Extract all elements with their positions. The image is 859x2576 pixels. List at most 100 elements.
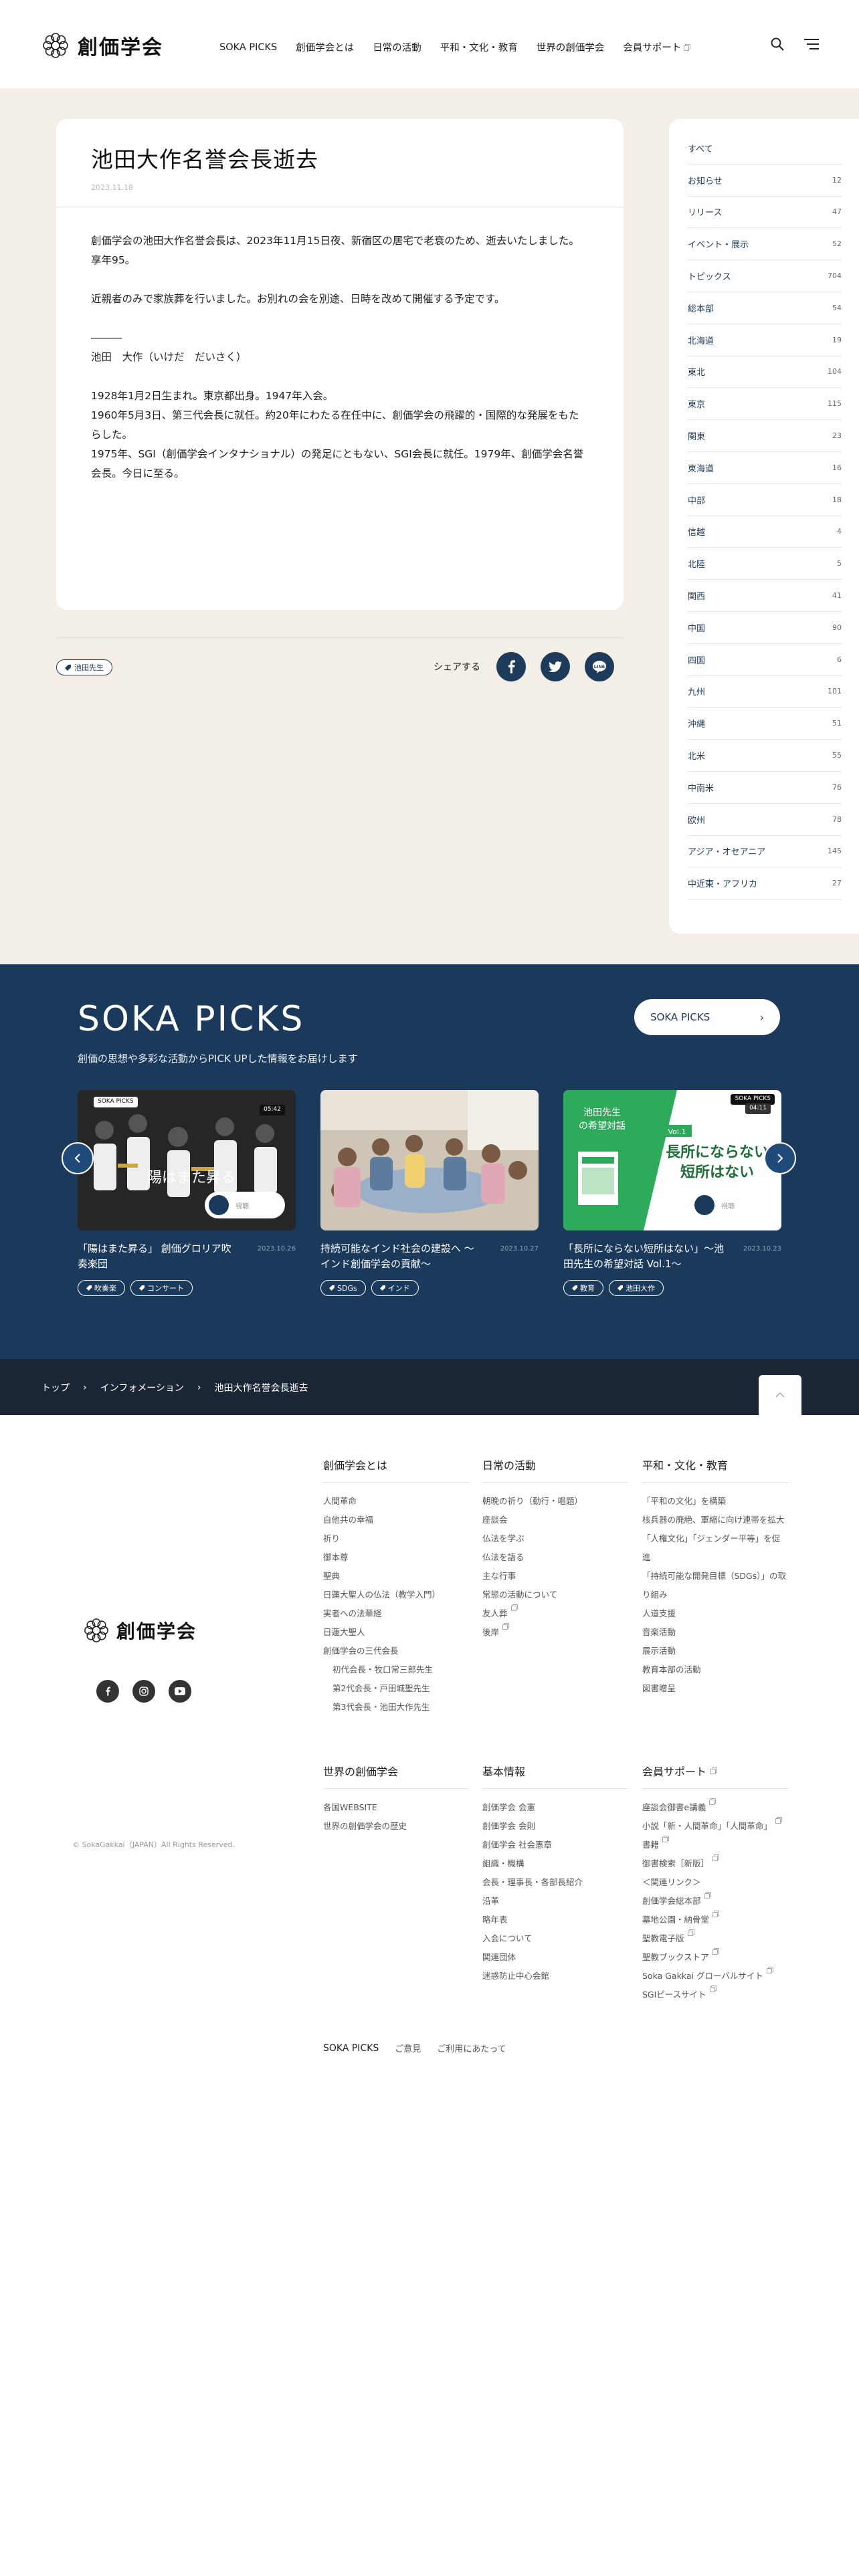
footer-link[interactable]: 音楽活動	[642, 1623, 788, 1642]
category-item[interactable]: 関西 41	[688, 580, 842, 612]
article-tag[interactable]: 池田先生	[56, 659, 112, 675]
footer-link[interactable]: 世界の創価学会の歴史	[323, 1817, 469, 1836]
footer-link[interactable]: 常態の活動について	[482, 1586, 628, 1604]
footer-col-heading[interactable]: 世界の創価学会	[323, 1763, 469, 1789]
footer-link[interactable]: 座談会御書e講義	[642, 1798, 788, 1817]
breadcrumb-information[interactable]: インフォメーション	[100, 1381, 184, 1394]
footer-link[interactable]: 各国WEBSITE	[323, 1798, 469, 1817]
play-button[interactable]: 視聴	[690, 1192, 771, 1218]
card-tag[interactable]: 池田大作	[609, 1280, 664, 1296]
footer-link[interactable]: 創価学会 社会憲章	[482, 1836, 628, 1854]
footer-col-heading[interactable]: 平和・文化・教育	[642, 1457, 788, 1483]
footer-link[interactable]: 第3代会長・池田大作先生	[323, 1698, 469, 1717]
footer-link[interactable]: 実者への法華経	[323, 1604, 469, 1623]
footer-link[interactable]: 組織・機構	[482, 1854, 628, 1873]
footer-link[interactable]: 「人権文化」「ジェンダー平等」を促進	[642, 1529, 788, 1567]
category-item[interactable]: 沖縄 51	[688, 708, 842, 740]
footer-link[interactable]: 日蓮大聖人の仏法（教学入門）	[323, 1586, 469, 1604]
footer-link[interactable]: 墓地公園・納骨堂	[642, 1911, 788, 1929]
category-item[interactable]: 東北 104	[688, 356, 842, 389]
footer-link[interactable]: 書籍	[642, 1836, 788, 1854]
category-item[interactable]: 北陸 5	[688, 548, 842, 580]
footer-link[interactable]: 主な行事	[482, 1567, 628, 1586]
share-twitter-button[interactable]	[541, 652, 570, 681]
footer-link[interactable]: 迷惑防止中心会館	[482, 1967, 628, 1985]
footer-link[interactable]: 朝晩の祈り（勤行・唱題）	[482, 1492, 628, 1511]
category-item[interactable]: 関東 23	[688, 420, 842, 452]
category-item[interactable]: 中南米 76	[688, 772, 842, 804]
nav-about[interactable]: 創価学会とは	[296, 40, 354, 54]
picks-card[interactable]: 陽はまた昇る SOKA PICKS 05:42 視聴 「陽はまた昇る」 創価グロ…	[78, 1090, 296, 1296]
share-facebook-button[interactable]	[496, 652, 526, 681]
footer-col-heading[interactable]: 日常の活動	[482, 1457, 628, 1483]
footer-link[interactable]: 座談会	[482, 1511, 628, 1529]
category-item[interactable]: 北米 55	[688, 740, 842, 772]
card-tag[interactable]: SDGs	[320, 1280, 366, 1296]
footer-link[interactable]: SGIピースサイト	[642, 1985, 788, 2004]
footer-link-terms[interactable]: ご利用にあたって	[437, 2042, 506, 2054]
back-to-top-button[interactable]	[759, 1375, 801, 1415]
footer-link[interactable]: 御本尊	[323, 1548, 469, 1567]
footer-link[interactable]: 自他共の幸福	[323, 1511, 469, 1529]
category-item[interactable]: トピックス 704	[688, 260, 842, 292]
footer-link-soka-picks[interactable]: SOKA PICKS	[323, 2043, 379, 2054]
category-item[interactable]: 東京 115	[688, 388, 842, 421]
footer-link[interactable]: 図書贈呈	[642, 1679, 788, 1698]
category-item[interactable]: 欧州 78	[688, 804, 842, 836]
share-line-button[interactable]: LINE	[585, 652, 614, 681]
footer-col-heading[interactable]: 会員サポート	[642, 1763, 788, 1789]
footer-link-feedback[interactable]: ご意見	[395, 2042, 421, 2054]
nav-soka-picks[interactable]: SOKA PICKS	[219, 40, 277, 54]
category-item[interactable]: 総本部 54	[688, 292, 842, 324]
picks-card[interactable]: 持続可能なインド社会の建設へ 〜インド創価学会の貢献〜 2023.10.27 S…	[320, 1090, 539, 1296]
card-thumbnail[interactable]: Vol.1 池田先生 の希望対話 長所にならない 短所はない SOKA PICK…	[563, 1090, 781, 1230]
menu-icon[interactable]	[804, 38, 819, 50]
category-item[interactable]: 北海道 19	[688, 324, 842, 356]
card-thumbnail[interactable]: 陽はまた昇る SOKA PICKS 05:42 視聴	[78, 1090, 296, 1230]
footer-link[interactable]: 入会について	[482, 1929, 628, 1948]
footer-col-heading[interactable]: 基本情報	[482, 1763, 628, 1789]
category-item[interactable]: 中国 90	[688, 612, 842, 644]
picks-more-button[interactable]: SOKA PICKS ›	[634, 999, 780, 1035]
footer-link[interactable]: 友人葬	[482, 1604, 628, 1623]
footer-link[interactable]: Soka Gakkai グローバルサイト	[642, 1967, 788, 1985]
category-item[interactable]: 中近東・アフリカ 27	[688, 867, 842, 900]
footer-col-heading[interactable]: 創価学会とは	[323, 1457, 469, 1483]
footer-link[interactable]: 創価学会総本部	[642, 1892, 788, 1911]
carousel-next-button[interactable]	[764, 1142, 796, 1174]
category-item[interactable]: 中部 18	[688, 484, 842, 516]
footer-link[interactable]: 関連団体	[482, 1948, 628, 1967]
card-tag[interactable]: コンサート	[130, 1280, 193, 1296]
social-facebook-button[interactable]	[96, 1680, 119, 1703]
play-button[interactable]: 視聴	[205, 1192, 285, 1218]
footer-logo[interactable]: 創価学会	[83, 1617, 197, 1644]
card-tag[interactable]: 吹奏楽	[78, 1280, 125, 1296]
nav-world[interactable]: 世界の創価学会	[537, 40, 605, 54]
footer-link[interactable]: 人道支援	[642, 1604, 788, 1623]
footer-link[interactable]: 仏法を学ぶ	[482, 1529, 628, 1548]
footer-link[interactable]: 日蓮大聖人	[323, 1623, 469, 1642]
category-item[interactable]: リリース 47	[688, 197, 842, 229]
footer-link[interactable]: 仏法を語る	[482, 1548, 628, 1567]
category-item[interactable]: イベント・展示 52	[688, 228, 842, 261]
footer-link[interactable]: 創価学会 会憲	[482, 1798, 628, 1817]
site-logo[interactable]: 創価学会	[41, 31, 163, 60]
footer-link[interactable]: 展示活動	[642, 1642, 788, 1660]
footer-link[interactable]: ＜関連リンク＞	[642, 1873, 788, 1892]
search-icon[interactable]	[771, 37, 784, 51]
social-youtube-button[interactable]	[169, 1680, 191, 1703]
carousel-prev-button[interactable]	[62, 1142, 94, 1174]
nav-activities[interactable]: 日常の活動	[373, 40, 421, 54]
footer-link[interactable]: 祈り	[323, 1529, 469, 1548]
footer-link[interactable]: 小説「新・人間革命」「人間革命」	[642, 1817, 788, 1836]
nav-peace-culture-education[interactable]: 平和・文化・教育	[440, 40, 518, 54]
footer-link[interactable]: 沿革	[482, 1892, 628, 1911]
card-tag[interactable]: 教育	[563, 1280, 603, 1296]
footer-link[interactable]: 人間革命	[323, 1492, 469, 1511]
footer-link[interactable]: 核兵器の廃絶、軍縮に向け連帯を拡大	[642, 1511, 788, 1529]
footer-link[interactable]: 聖典	[323, 1567, 469, 1586]
footer-link[interactable]: 創価学会 会則	[482, 1817, 628, 1836]
footer-link[interactable]: 初代会長・牧口常三郎先生	[323, 1660, 469, 1679]
nav-member-support[interactable]: 会員サポート	[623, 40, 691, 54]
category-item[interactable]: 四国 6	[688, 644, 842, 676]
